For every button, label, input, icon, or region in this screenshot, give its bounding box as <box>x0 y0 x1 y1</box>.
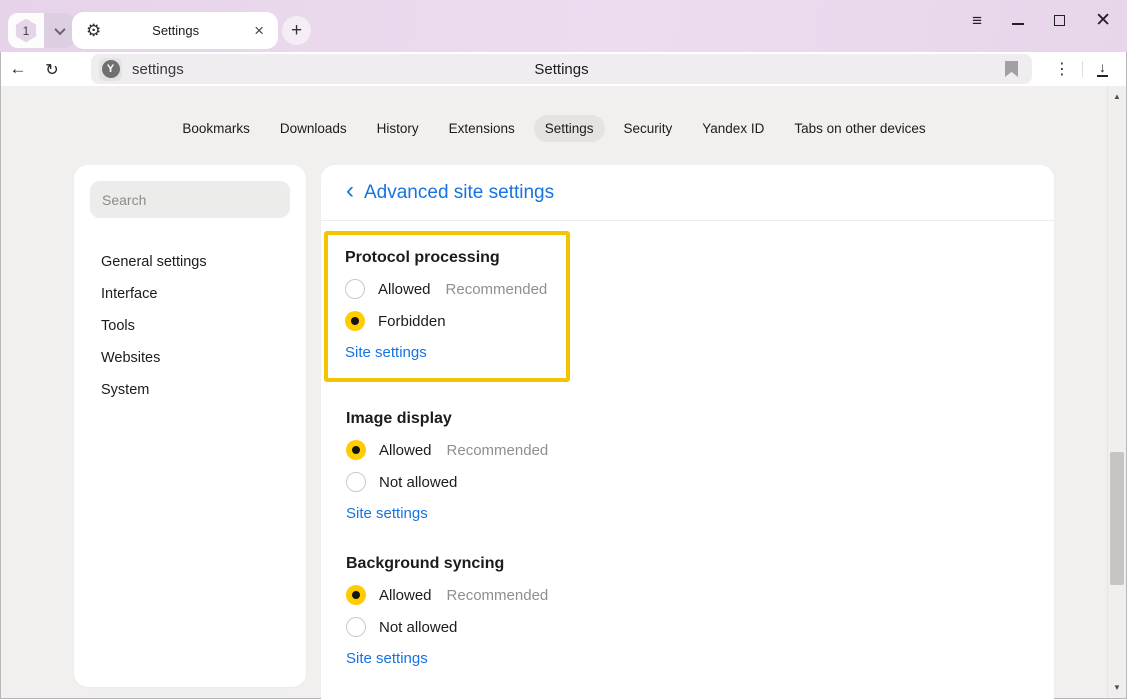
nav-tab-bookmarks[interactable]: Bookmarks <box>171 115 261 142</box>
plus-icon: + <box>291 20 302 42</box>
nav-tab-settings[interactable]: Settings <box>534 115 605 142</box>
recommended-badge: Recommended <box>447 442 549 459</box>
tab-counter-group[interactable]: 1 <box>8 13 75 48</box>
tab-count-value: 1 <box>23 24 30 38</box>
site-settings-link[interactable]: Site settings <box>345 344 427 361</box>
maximize-button[interactable] <box>1054 15 1065 26</box>
bookmark-icon[interactable] <box>1005 61 1018 77</box>
yandex-logo-icon: Y <box>102 60 120 78</box>
radio-option-not-allowed[interactable]: Not allowed <box>346 611 1054 643</box>
site-protect-icon[interactable]: Y <box>99 58 122 81</box>
url-text: settings <box>132 61 184 78</box>
sidebar-item-system[interactable]: System <box>101 374 279 406</box>
settings-main-panel: ‹ Advanced site settings Protocol proces… <box>321 165 1054 699</box>
sidebar-item-websites[interactable]: Websites <box>101 342 279 374</box>
gear-icon: ⚙ <box>86 22 101 39</box>
radio-option-not-allowed[interactable]: Not allowed <box>346 466 1054 498</box>
radio-label: Allowed <box>379 587 432 604</box>
settings-page: Bookmarks Downloads History Extensions S… <box>1 86 1126 698</box>
radio-icon-unchecked[interactable] <box>346 472 366 492</box>
radio-option-allowed[interactable]: Allowed Recommended <box>345 273 549 305</box>
tab-close-icon[interactable]: × <box>250 22 268 39</box>
reload-button[interactable]: ↻ <box>35 60 69 79</box>
nav-tab-history[interactable]: History <box>366 115 430 142</box>
new-tab-button[interactable]: + <box>282 16 311 45</box>
download-icon-bar <box>1097 75 1108 77</box>
radio-option-allowed[interactable]: Allowed Recommended <box>346 579 1054 611</box>
sidebar-item-general-settings[interactable]: General settings <box>101 246 279 278</box>
url-field[interactable]: Y settings Settings <box>91 54 1032 84</box>
downloads-button[interactable]: ↓ <box>1083 61 1126 77</box>
radio-icon-checked[interactable] <box>346 585 366 605</box>
tab-list-dropdown-button[interactable] <box>44 13 75 48</box>
address-bar: ← ↻ Y settings Settings ⋮ ↓ <box>1 52 1126 86</box>
recommended-badge: Recommended <box>447 587 549 604</box>
radio-icon-checked[interactable] <box>345 311 365 331</box>
scroll-up-icon[interactable]: ▲ <box>1108 92 1126 101</box>
section-background-syncing: Background syncing Allowed Recommended N… <box>346 555 1054 668</box>
settings-sidebar: General settings Interface Tools Website… <box>74 165 306 687</box>
radio-label: Forbidden <box>378 313 446 330</box>
radio-label: Not allowed <box>379 619 457 636</box>
more-options-icon[interactable]: ⋮ <box>1042 59 1082 79</box>
radio-icon-unchecked[interactable] <box>345 279 365 299</box>
nav-tab-downloads[interactable]: Downloads <box>269 115 358 142</box>
settings-nav-tabs: Bookmarks Downloads History Extensions S… <box>1 115 1107 142</box>
scrollbar-thumb[interactable] <box>1110 452 1124 585</box>
browser-tab-settings[interactable]: ⚙ Settings × <box>72 12 278 49</box>
site-settings-link[interactable]: Site settings <box>346 650 428 667</box>
nav-tab-security[interactable]: Security <box>613 115 684 142</box>
advanced-settings-title: Advanced site settings <box>364 182 554 204</box>
section-protocol-processing: Protocol processing Allowed Recommended … <box>324 231 570 382</box>
page-title: Settings <box>91 61 1032 78</box>
tab-strip: 1 ⚙ Settings × + ≡ ✕ <box>0 0 1127 52</box>
radio-label: Allowed <box>379 442 432 459</box>
advanced-settings-header[interactable]: ‹ Advanced site settings <box>321 165 1054 221</box>
nav-tab-other-devices[interactable]: Tabs on other devices <box>783 115 936 142</box>
radio-icon-checked[interactable] <box>346 440 366 460</box>
tab-title: Settings <box>101 23 250 38</box>
scroll-down-icon[interactable]: ▼ <box>1108 683 1126 692</box>
browser-window: 1 ⚙ Settings × + ≡ ✕ ← ↻ Y <box>0 0 1127 699</box>
tab-count-badge: 1 <box>15 19 38 43</box>
sidebar-item-tools[interactable]: Tools <box>101 310 279 342</box>
vertical-scrollbar[interactable]: ▲ ▼ <box>1107 86 1126 698</box>
close-window-button[interactable]: ✕ <box>1095 11 1111 30</box>
recommended-badge: Recommended <box>446 281 548 298</box>
section-title: Background syncing <box>346 555 1054 573</box>
search-input[interactable] <box>90 181 290 218</box>
download-icon: ↓ <box>1099 61 1106 74</box>
section-title: Protocol processing <box>345 249 549 267</box>
tab-counter-button[interactable]: 1 <box>8 13 44 48</box>
site-settings-link[interactable]: Site settings <box>346 505 428 522</box>
minimize-button[interactable] <box>1012 23 1024 25</box>
nav-tab-yandex-id[interactable]: Yandex ID <box>691 115 775 142</box>
chevron-down-icon <box>54 23 65 34</box>
back-chevron-icon: ‹ <box>346 179 354 203</box>
browser-menu-button[interactable]: ≡ <box>972 12 982 29</box>
sidebar-items: General settings Interface Tools Website… <box>74 234 306 406</box>
settings-sections: Protocol processing Allowed Recommended … <box>321 221 1054 668</box>
sidebar-item-interface[interactable]: Interface <box>101 278 279 310</box>
section-image-display: Image display Allowed Recommended Not al… <box>346 410 1054 523</box>
section-title: Image display <box>346 410 1054 428</box>
radio-option-allowed[interactable]: Allowed Recommended <box>346 434 1054 466</box>
radio-option-forbidden[interactable]: Forbidden <box>345 305 549 337</box>
radio-label: Allowed <box>378 281 431 298</box>
nav-tab-extensions[interactable]: Extensions <box>438 115 526 142</box>
radio-icon-unchecked[interactable] <box>346 617 366 637</box>
window-controls: ≡ ✕ <box>972 8 1111 32</box>
radio-label: Not allowed <box>379 474 457 491</box>
back-button[interactable]: ← <box>1 59 35 79</box>
